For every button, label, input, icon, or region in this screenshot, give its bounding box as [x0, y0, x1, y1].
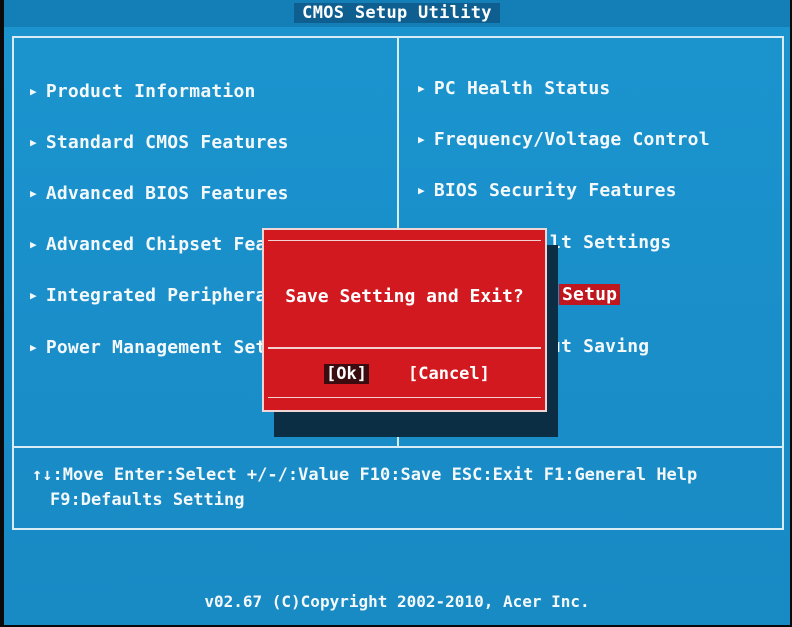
title-bar: CMOS Setup Utility	[4, 0, 790, 27]
menu-item-integrated-peripherals[interactable]: ▶ Integrated Peripheral	[30, 285, 278, 306]
arrow-right-icon: ▶	[30, 289, 37, 302]
key-help-line-2: F9:Defaults Setting	[50, 490, 245, 510]
help-frame	[12, 448, 784, 530]
bios-screen: CMOS Setup Utility ▶ Product Information …	[4, 0, 790, 625]
dialog-rule	[268, 397, 541, 398]
cancel-button[interactable]: [Cancel]	[406, 364, 492, 384]
arrow-right-icon: ▶	[30, 341, 37, 354]
arrow-right-icon: ▶	[418, 184, 425, 197]
menu-item-bios-security-features[interactable]: ▶ BIOS Security Features	[418, 180, 677, 201]
ok-button[interactable]: [Ok]	[324, 364, 369, 384]
menu-item-standard-cmos-features[interactable]: ▶ Standard CMOS Features	[30, 132, 289, 153]
copyright-footer: v02.67 (C)Copyright 2002-2010, Acer Inc.	[204, 592, 590, 611]
menu-item-advanced-chipset-features[interactable]: ▶ Advanced Chipset Feat	[30, 234, 278, 255]
menu-item-exit-without-saving[interactable]: ut Saving	[550, 336, 649, 357]
menu-item-save-exit-setup[interactable]: Setup	[559, 284, 621, 305]
menu-item-advanced-bios-features[interactable]: ▶ Advanced BIOS Features	[30, 183, 289, 204]
page-title: CMOS Setup Utility	[294, 3, 500, 23]
dialog-rule	[268, 240, 541, 241]
menu-item-frequency-voltage-control[interactable]: ▶ Frequency/Voltage Control	[418, 129, 710, 150]
arrow-right-icon: ▶	[418, 133, 425, 146]
arrow-right-icon: ▶	[418, 82, 425, 95]
dialog-rule	[268, 347, 541, 349]
arrow-right-icon: ▶	[30, 187, 37, 200]
menu-item-product-information[interactable]: ▶ Product Information	[30, 81, 256, 102]
menu-item-power-management-setup[interactable]: ▶ Power Management Setu	[30, 337, 278, 358]
menu-item-pc-health-status[interactable]: ▶ PC Health Status	[418, 78, 610, 99]
dialog-message: Save Setting and Exit?	[285, 286, 524, 307]
key-help-line-1: ↑↓:Move Enter:Select +/-/:Value F10:Save…	[32, 465, 698, 485]
menu-item-default-settings[interactable]: lt Settings	[550, 232, 671, 253]
arrow-right-icon: ▶	[30, 238, 37, 251]
save-exit-dialog: Save Setting and Exit? [Ok] [Cancel]	[262, 228, 547, 412]
arrow-right-icon: ▶	[30, 85, 37, 98]
arrow-right-icon: ▶	[30, 136, 37, 149]
